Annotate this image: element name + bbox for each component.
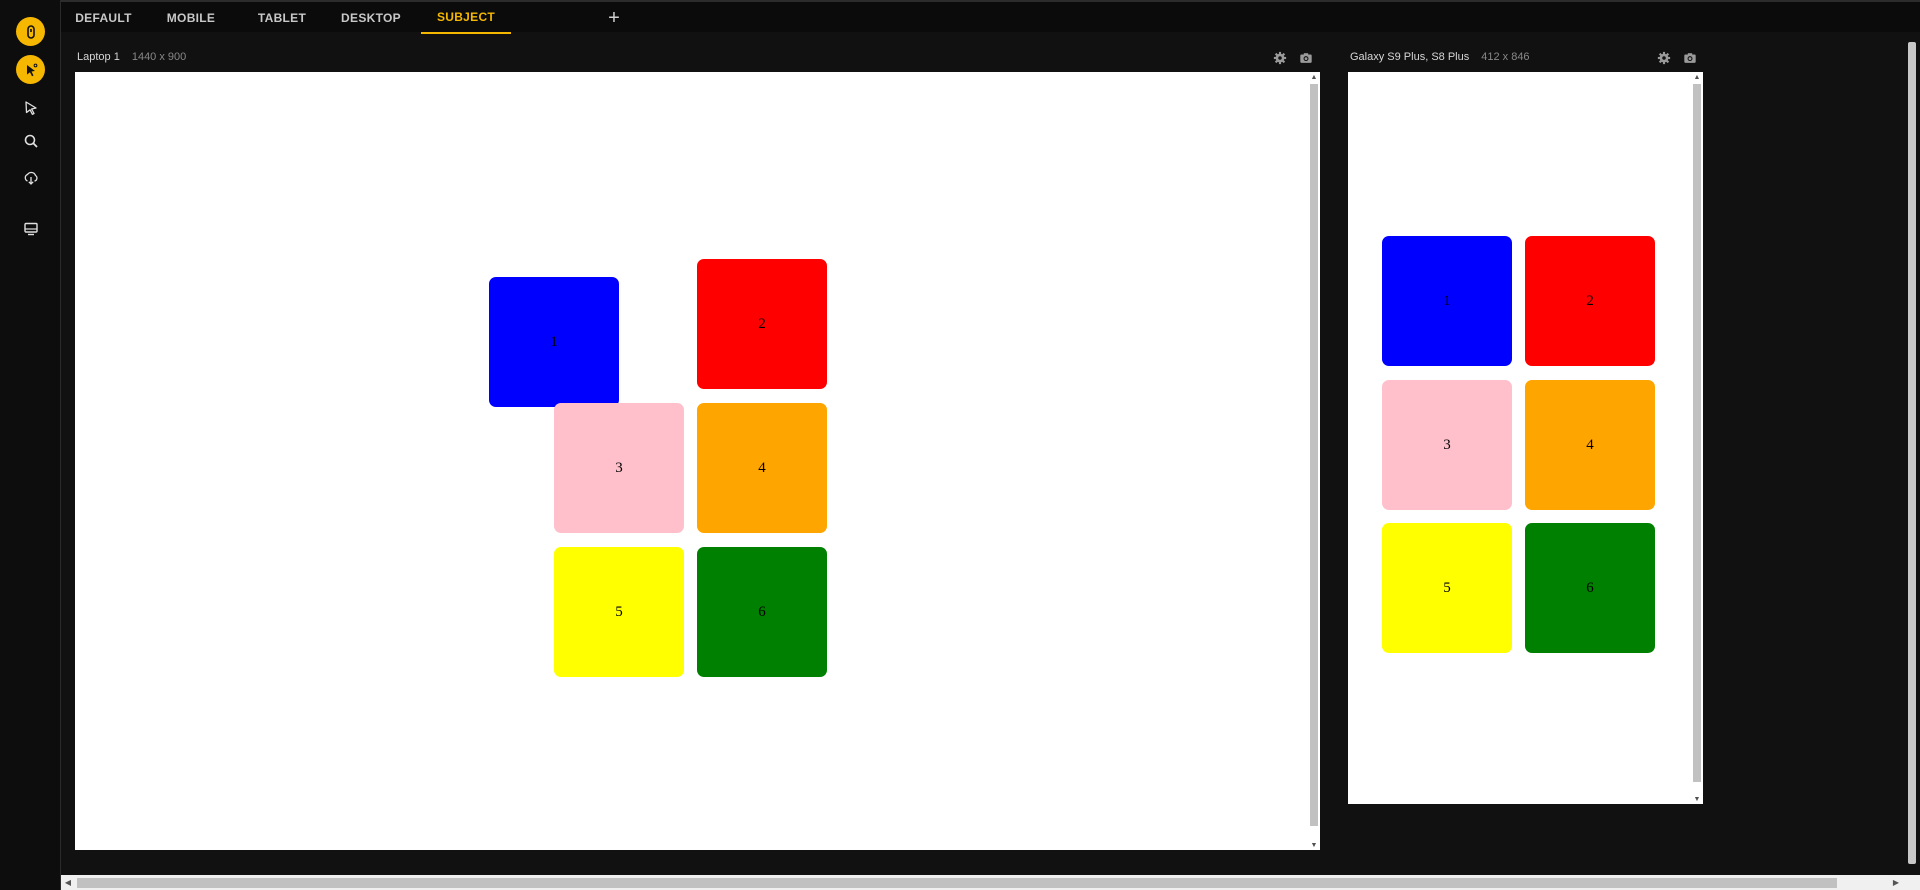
tab-desktop[interactable]: DESKTOP	[335, 2, 407, 34]
box-6: 6	[1525, 523, 1655, 653]
download-icon[interactable]	[16, 163, 45, 192]
tab-subject[interactable]: SUBJECT	[421, 2, 511, 34]
scroll-down-arrow-icon[interactable]: ▼	[1308, 840, 1320, 850]
box-1: 1	[1382, 236, 1512, 366]
device-header-laptop: Laptop 1 1440 x 900	[77, 49, 186, 65]
inspect-cursor-icon[interactable]	[16, 55, 45, 84]
scroll-left-arrow-icon[interactable]: ◀	[61, 875, 75, 890]
left-sidebar	[0, 0, 61, 890]
scroll-up-arrow-icon[interactable]: ▲	[1308, 72, 1320, 82]
scrollbar-thumb[interactable]	[1693, 84, 1701, 782]
tab-tablet[interactable]: TABLET	[251, 2, 313, 34]
laptop-scrollbar[interactable]: ▲ ▼	[1308, 72, 1320, 850]
scroll-right-arrow-icon[interactable]: ▶	[1889, 875, 1903, 890]
scroll-down-arrow-icon[interactable]: ▼	[1691, 794, 1703, 804]
box-4: 4	[1525, 380, 1655, 510]
device-dimensions: 412 x 846	[1481, 51, 1530, 63]
device-header-mobile: Galaxy S9 Plus, S8 Plus 412 x 846	[1350, 49, 1530, 65]
box-3: 3	[1382, 380, 1512, 510]
box-2: 2	[697, 259, 827, 389]
add-tab-button[interactable]: +	[604, 7, 624, 29]
tab-bar: DEFAULT MOBILE TABLET DESKTOP SUBJECT +	[61, 0, 1920, 34]
scrollbar-thumb[interactable]	[1908, 42, 1916, 864]
scrollbar-thumb[interactable]	[77, 878, 1837, 888]
pointer-icon[interactable]	[16, 93, 45, 122]
box-4: 4	[697, 403, 827, 533]
box-2: 2	[1525, 236, 1655, 366]
gear-icon[interactable]	[1656, 50, 1671, 65]
box-1: 1	[489, 277, 619, 407]
mobile-viewport[interactable]: 1 2 3 4 5 6	[1348, 72, 1691, 804]
box-6: 6	[697, 547, 827, 677]
mobile-scrollbar[interactable]: ▲ ▼	[1691, 72, 1703, 804]
search-icon[interactable]	[16, 126, 45, 155]
scrollbar-corner	[1903, 875, 1920, 890]
gear-icon[interactable]	[1272, 50, 1287, 65]
scroll-up-arrow-icon[interactable]: ▲	[1691, 72, 1703, 82]
page-horizontal-scrollbar[interactable]: ◀ ▶	[61, 875, 1903, 890]
box-5: 5	[554, 547, 684, 677]
page-vertical-scrollbar[interactable]	[1903, 32, 1920, 875]
tab-default[interactable]: DEFAULT	[71, 2, 136, 34]
tab-mobile[interactable]: MOBILE	[159, 2, 223, 34]
camera-icon[interactable]	[1298, 50, 1313, 65]
app-logo-icon[interactable]	[16, 17, 45, 46]
device-dimensions: 1440 x 900	[131, 51, 187, 63]
device-name: Laptop 1	[77, 51, 120, 63]
laptop-viewport[interactable]: 1 2 3 4 5 6	[75, 72, 1308, 850]
device-name: Galaxy S9 Plus, S8 Plus	[1350, 51, 1470, 63]
device-manager-icon[interactable]	[16, 214, 45, 243]
box-3: 3	[554, 403, 684, 533]
camera-icon[interactable]	[1682, 50, 1697, 65]
scrollbar-thumb[interactable]	[1310, 84, 1318, 826]
box-5: 5	[1382, 523, 1512, 653]
